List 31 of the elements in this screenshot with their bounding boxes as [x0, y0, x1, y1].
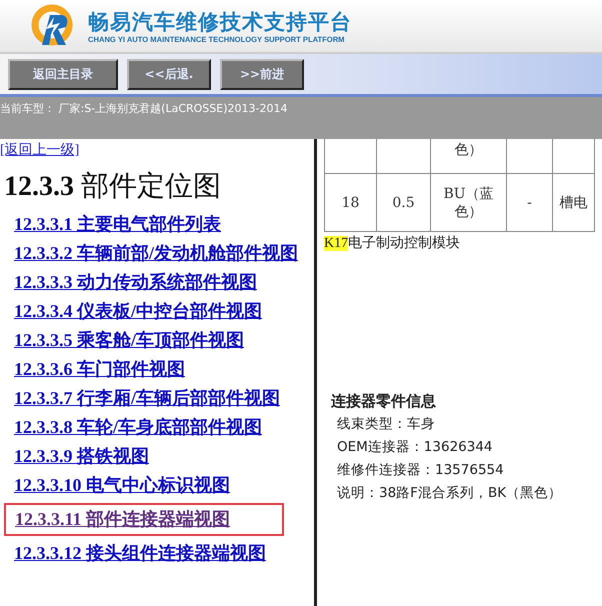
table-cell: BU（蓝色）: [430, 174, 506, 232]
component-title: K17电子制动控制模块: [324, 234, 462, 252]
current-model-text: 当前车型： 厂家:S-上海别克君越(LaCROSSE)2013-2014: [0, 102, 288, 115]
table-cell: 18: [324, 174, 376, 232]
section-link[interactable]: 12.3.3.6 车门部件视图: [14, 358, 185, 381]
section-link[interactable]: 12.3.3.10 电气中心标识视图: [14, 474, 230, 497]
section-link[interactable]: 12.3.3.11 部件连接器端视图: [4, 503, 284, 536]
nav-button[interactable]: <<后退.: [127, 58, 211, 90]
connector-info-line: OEM连接器：13626344: [336, 438, 494, 456]
connector-info-title: 连接器零件信息: [331, 392, 437, 411]
connector-info-line: 说明：38路F混合系列，BK（黑色）: [336, 484, 564, 502]
table-cell: 0.5: [376, 174, 430, 232]
table-cell: -: [506, 174, 552, 232]
section-link[interactable]: 12.3.3.7 行李厢/车辆后部部件视图: [14, 387, 280, 410]
section-link[interactable]: 12.3.3.5 乘客舱/车顶部件视图: [14, 329, 244, 352]
section-link[interactable]: 12.3.3.3 动力传动系统部件视图: [14, 271, 257, 294]
connector-info-line: 线束类型：车身: [336, 415, 436, 433]
section-link[interactable]: 12.3.3.4 仪表板/中控台部件视图: [14, 300, 262, 323]
section-link[interactable]: 12.3.3.8 车轮/车身底部部件视图: [14, 416, 262, 439]
section-link[interactable]: 12.3.3.1 主要电气部件列表: [14, 213, 221, 236]
section-link[interactable]: 12.3.3.12 接头组件连接器端视图: [14, 542, 266, 565]
table-cell: 槽电: [552, 174, 594, 232]
connector-info-line: 维修件连接器：13576554: [336, 461, 505, 479]
section-link[interactable]: 12.3.3.2 车辆前部/发动机舱部件视图: [14, 242, 298, 265]
site-title: 畅易汽车维修技术支持平台: [88, 8, 352, 34]
section-heading: 12.3.3 部件定位图: [4, 170, 222, 204]
back-link[interactable]: [返回上一级]: [0, 141, 80, 159]
nav-button[interactable]: >>前进: [220, 58, 304, 90]
table-cell: 色）: [430, 139, 506, 174]
nav-button[interactable]: 返回主目录: [8, 58, 118, 90]
section-link[interactable]: 12.3.3.9 搭铁视图: [14, 445, 149, 468]
